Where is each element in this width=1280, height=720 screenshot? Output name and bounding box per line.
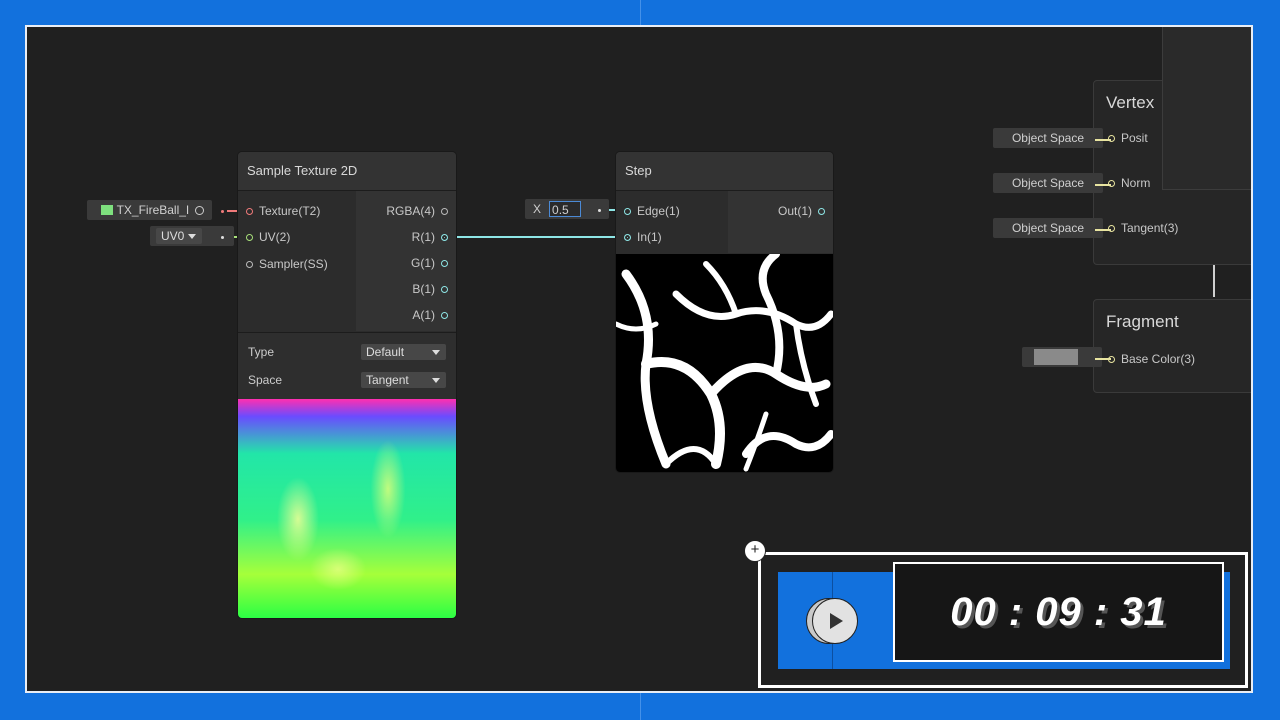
port-a-socket[interactable] [441,311,448,319]
fragment-context[interactable]: Fragment Base Color(3) [1093,299,1251,393]
port-rgba-label: RGBA(4) [386,204,435,218]
port-sampler-socket[interactable] [246,260,253,268]
port-sampler[interactable]: Sampler(SS) [246,257,328,271]
vertex-port-normal[interactable]: Norm [1108,176,1150,190]
port-rgba-socket[interactable] [441,207,448,215]
base-color-chip[interactable] [1022,347,1102,367]
fragment-title: Fragment [1106,312,1179,331]
plus-icon: + [750,541,760,558]
vertex-port-normal-label: Norm [1121,176,1151,190]
type-label: Type [248,345,275,359]
sample-texture-2d-node[interactable]: Sample Texture 2D Texture(T2) UV(2) Samp… [238,152,456,618]
uv-chip-dot [221,236,224,239]
x-value-input[interactable]: 0.5 [549,201,582,217]
object-space-chip-2-label: Object Space [1011,176,1085,190]
port-uv-socket[interactable] [246,233,253,241]
sample-texture-title: Sample Texture 2D [238,152,456,191]
object-space-chip-3-label: Object Space [1011,221,1085,235]
port-a[interactable]: A(1) [412,308,448,322]
add-button[interactable]: + [744,540,766,562]
uv-channel-select[interactable]: UV0 [156,228,202,244]
x-label: X [533,202,542,216]
port-uv[interactable]: UV(2) [246,230,290,244]
play-button[interactable] [806,598,860,644]
wire-base-color [1095,358,1111,360]
vertex-port-tangent[interactable]: Tangent(3) [1108,221,1178,235]
base-color-swatch[interactable] [1034,349,1078,365]
port-sampler-label: Sampler(SS) [259,257,328,271]
object-space-chip-1[interactable]: Object Space [993,128,1103,148]
step-node[interactable]: Step Edge(1) In(1) Out(1) [616,152,833,472]
port-a-label: A(1) [412,308,435,322]
type-select[interactable]: Default [361,344,446,360]
object-space-chip-1-label: Object Space [1011,131,1085,145]
port-uv-label: UV(2) [259,230,291,244]
fragment-port-base-color[interactable]: Base Color(3) [1108,352,1195,366]
settings-panel: Type Default Space Tangent [238,332,456,399]
port-texture-label: Texture(T2) [259,204,321,218]
wire-r-to-in [445,236,628,238]
port-in[interactable]: In(1) [624,230,662,244]
step-edge-value-chip[interactable]: X 0.5 [525,199,609,219]
port-g[interactable]: G(1) [411,256,448,270]
space-select[interactable]: Tangent [361,372,446,388]
vertex-port-tangent-label: Tangent(3) [1121,221,1179,235]
texture-chip-label: TX_FireBall_I [116,203,190,217]
port-r[interactable]: R(1) [412,230,448,244]
port-texture-socket[interactable] [246,207,253,215]
fragment-port-base-color-label: Base Color(3) [1121,352,1196,366]
target-icon[interactable] [195,205,204,215]
texture-icon [101,205,113,215]
port-r-label: R(1) [411,230,435,244]
step-preview [616,254,833,472]
inspector-overlay-panel[interactable] [1162,27,1251,190]
texture-preview [238,399,456,618]
port-edge-label: Edge(1) [637,204,680,218]
port-in-socket[interactable] [624,233,631,241]
wire-tangent [1095,229,1111,231]
step-preview-pattern [616,254,833,472]
step-title: Step [616,152,833,191]
context-link [1213,265,1215,297]
timer-display: 00 : 09 : 31 [950,589,1167,634]
play-icon [830,613,843,629]
port-edge-socket[interactable] [624,207,631,215]
x-chip-dot [598,209,601,212]
vertex-port-position[interactable]: Posit [1108,131,1148,145]
port-b-socket[interactable] [441,285,448,293]
port-edge[interactable]: Edge(1) [624,204,680,218]
step-outputs-panel [728,191,833,253]
port-g-label: G(1) [411,256,435,270]
wire-position [1095,139,1111,141]
object-space-chip-2[interactable]: Object Space [993,173,1103,193]
port-out[interactable]: Out(1) [778,204,825,218]
port-texture[interactable]: Texture(T2) [246,204,320,218]
wire-normal [1095,184,1111,186]
port-r-socket[interactable] [441,233,448,241]
texture-chip-dot [221,210,224,213]
port-b[interactable]: B(1) [412,282,448,296]
port-b-label: B(1) [412,282,435,296]
port-in-label: In(1) [637,230,662,244]
space-label: Space [248,373,283,387]
port-out-socket[interactable] [818,207,825,215]
vertex-title: Vertex [1106,93,1155,112]
vertex-port-position-label: Posit [1121,131,1148,145]
texture-property-chip[interactable]: TX_FireBall_I [87,200,212,220]
object-space-chip-3[interactable]: Object Space [993,218,1103,238]
port-out-label: Out(1) [777,204,812,218]
port-rgba[interactable]: RGBA(4) [386,204,448,218]
port-g-socket[interactable] [441,259,448,267]
